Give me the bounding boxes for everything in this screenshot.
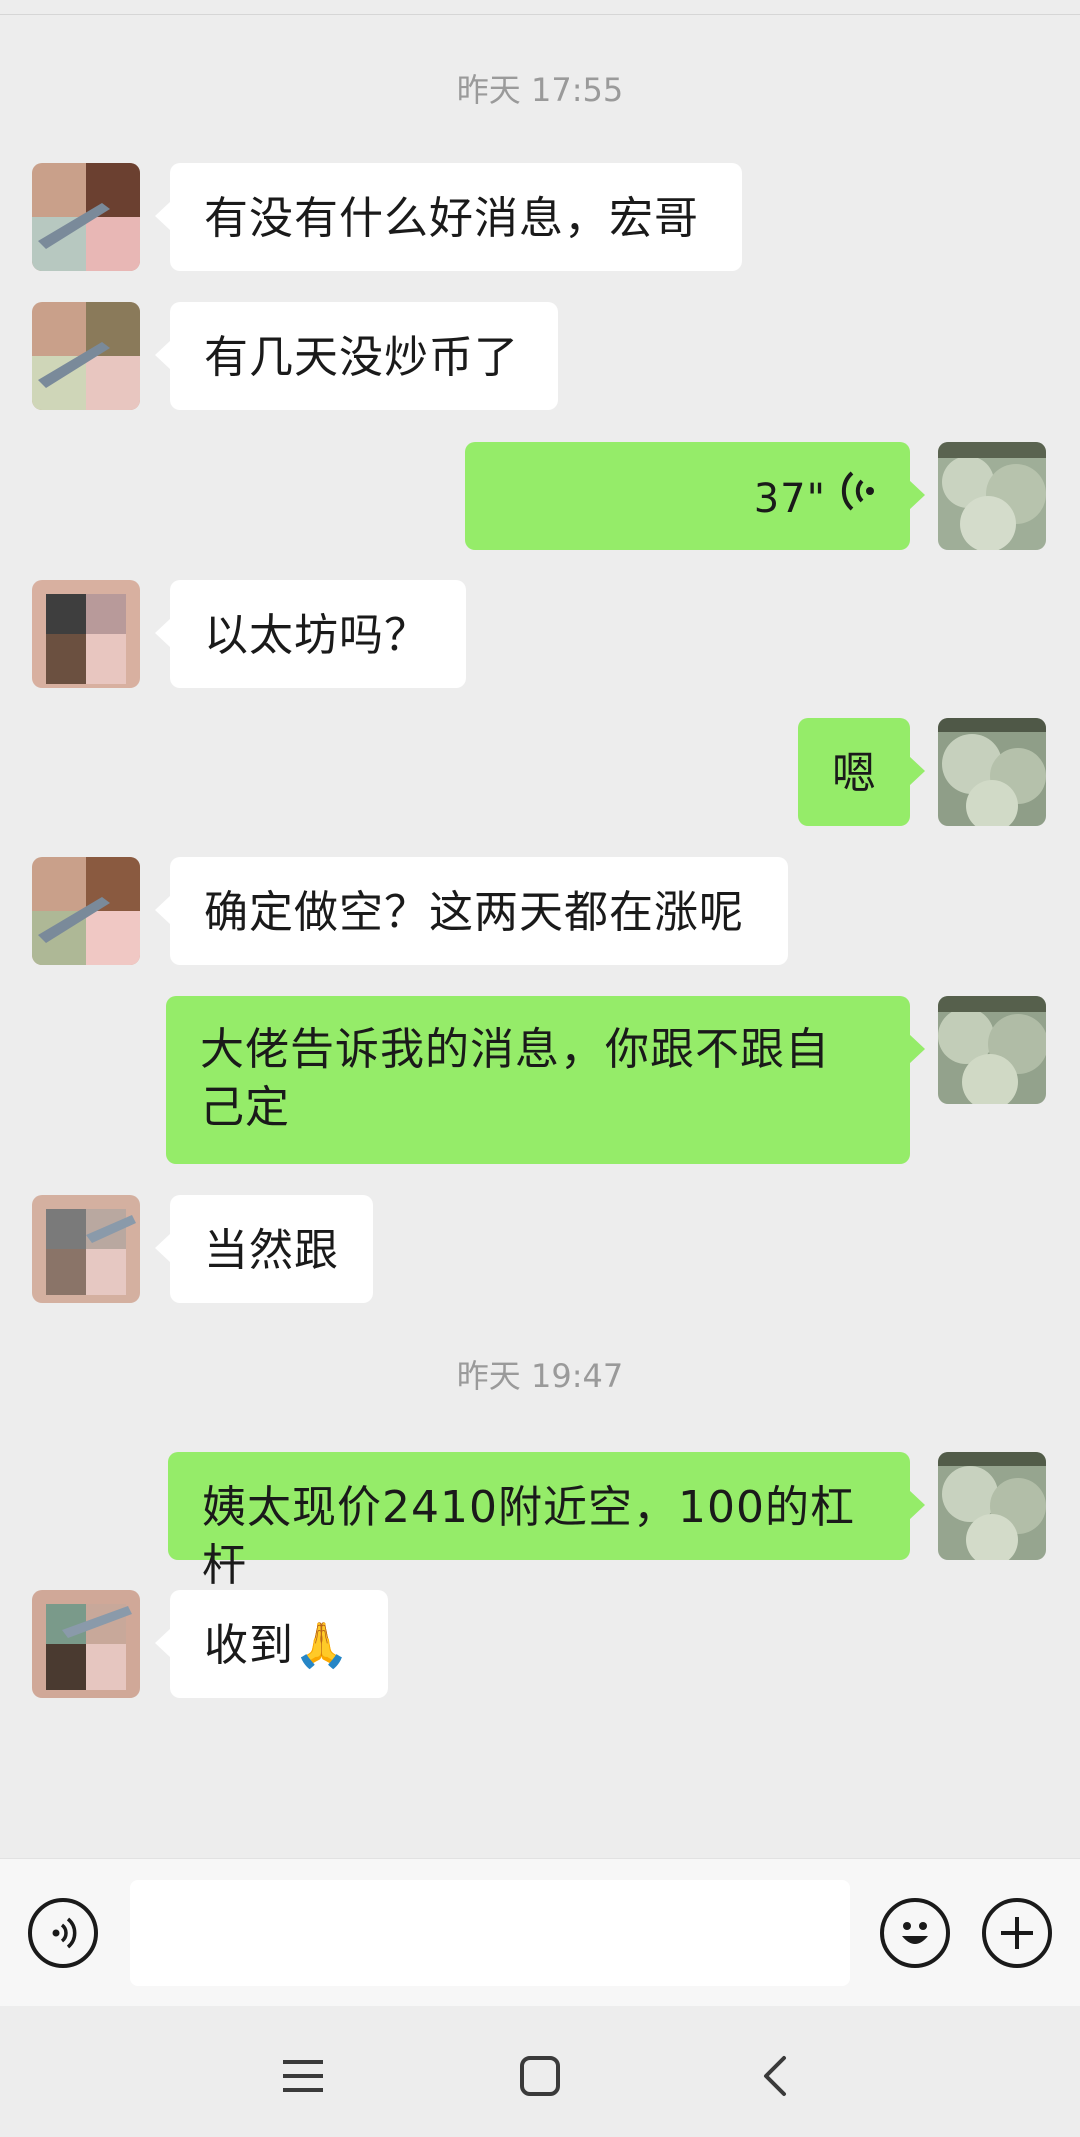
outgoing-message[interactable]: 大佬告诉我的消息，你跟不跟自 己定: [166, 996, 925, 1164]
my-avatar[interactable]: [938, 1452, 1046, 1560]
incoming-message[interactable]: 有没有什么好消息，宏哥: [155, 163, 742, 271]
outgoing-message[interactable]: 姨太现价2410附近空，100的杠杆: [168, 1452, 925, 1591]
message-text: 以太坊吗？: [204, 610, 429, 661]
message-text: 有没有什么好消息，宏哥: [204, 193, 699, 244]
back-chevron-icon[interactable]: [740, 2041, 810, 2111]
voice-duration: 37": [753, 475, 826, 522]
timestamp: 昨天 19:47: [456, 1357, 624, 1395]
message-text: 姨太现价2410附近空，100的杠杆: [202, 1482, 855, 1591]
contact-avatar[interactable]: [32, 1195, 140, 1303]
my-avatar[interactable]: [938, 996, 1046, 1104]
home-square-icon[interactable]: [505, 2041, 575, 2111]
menu-icon[interactable]: [268, 2041, 338, 2111]
emoji-smile-icon[interactable]: [880, 1898, 950, 1968]
contact-avatar[interactable]: [32, 163, 140, 271]
outgoing-voice-message[interactable]: 37": [465, 442, 925, 550]
my-avatar[interactable]: [938, 718, 1046, 826]
message-text: 当然跟: [204, 1225, 339, 1276]
message-text: 确定做空？这两天都在涨呢: [204, 887, 744, 938]
voice-input-icon[interactable]: [28, 1898, 98, 1968]
message-input[interactable]: [130, 1880, 850, 1986]
pray-emoji-icon: 🙏: [294, 1620, 350, 1671]
contact-avatar[interactable]: [32, 580, 140, 688]
contact-avatar[interactable]: [32, 1590, 140, 1698]
contact-avatar[interactable]: [32, 302, 140, 410]
message-text: 有几天没炒币了: [204, 332, 519, 383]
incoming-message[interactable]: 有几天没炒币了: [155, 302, 558, 410]
timestamp: 昨天 17:55: [456, 71, 624, 109]
message-text: 收到: [204, 1620, 294, 1671]
incoming-message[interactable]: 以太坊吗？: [155, 580, 466, 688]
contact-avatar[interactable]: [32, 857, 140, 965]
outgoing-message[interactable]: 嗯: [798, 718, 925, 826]
incoming-message[interactable]: 当然跟: [155, 1195, 373, 1303]
incoming-message[interactable]: 确定做空？这两天都在涨呢: [155, 857, 788, 965]
system-nav-bar: [0, 2006, 1080, 2137]
plus-icon[interactable]: [982, 1898, 1052, 1968]
message-text-line: 己定: [200, 1082, 290, 1133]
voice-wave-icon: [840, 469, 876, 528]
message-text: 嗯: [832, 748, 877, 799]
incoming-message[interactable]: 收到🙏: [155, 1590, 388, 1698]
message-text-line: 大佬告诉我的消息，你跟不跟自: [200, 1024, 830, 1075]
my-avatar[interactable]: [938, 442, 1046, 550]
chat-area[interactable]: 昨天 17:55 有没有什么好消息，宏哥 有几天没炒币了 37" 以太坊吗？ 嗯: [0, 0, 1080, 1858]
input-bar: [0, 1858, 1080, 2007]
